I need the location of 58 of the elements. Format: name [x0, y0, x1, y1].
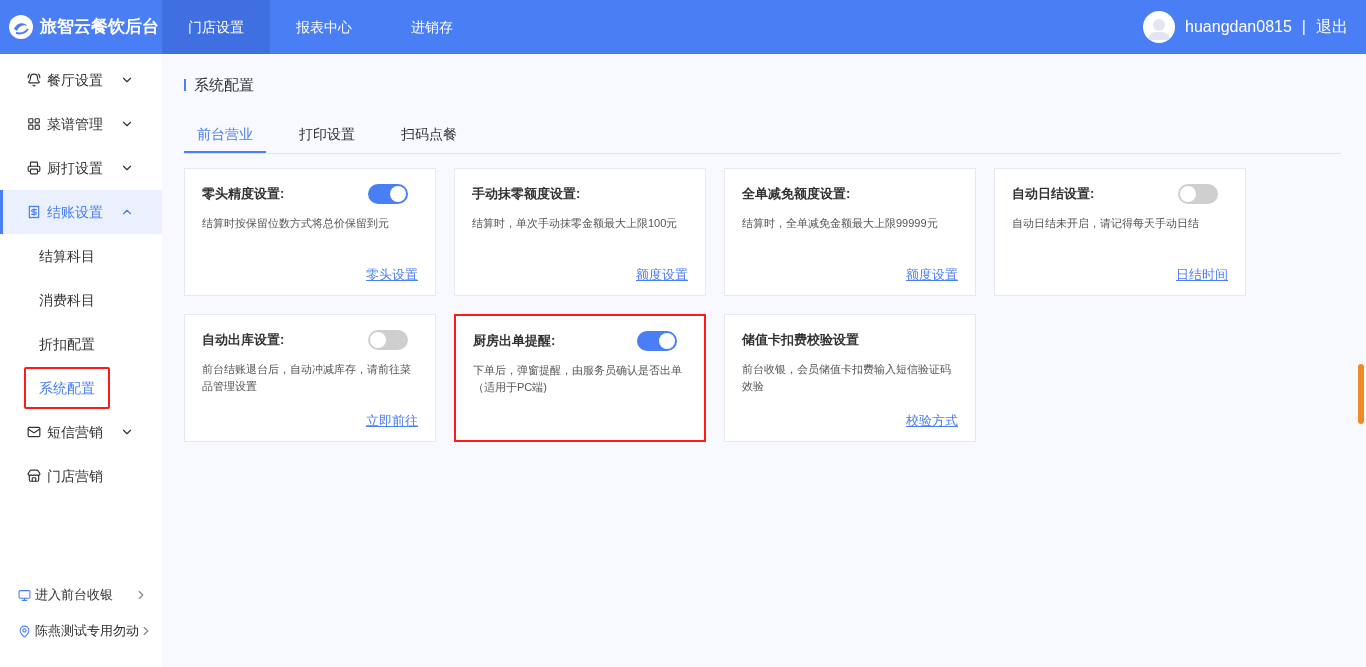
toggle-switch[interactable]: [637, 330, 677, 351]
card-description: 结算时，全单减免金额最大上限99999元: [742, 215, 939, 231]
mail-icon: [27, 425, 41, 439]
card-title: 手动抹零额度设置:: [472, 184, 581, 203]
sidebar-subitem[interactable]: 结算科目: [24, 235, 110, 277]
card-description: 结算时，单次手动抹零金额最大上限100元: [472, 215, 679, 231]
logo-icon: [8, 14, 34, 40]
card-link[interactable]: 额度设置: [906, 265, 958, 285]
sidebar-subitem[interactable]: 折扣配置: [24, 323, 110, 365]
card-title: 厨房出单提醒:: [473, 331, 556, 350]
nav-tab[interactable]: 报表中心: [270, 0, 378, 54]
card-description: 结算时按保留位数方式将总价保留到元: [202, 215, 390, 231]
sidebar-link[interactable]: 陈燕测试专用勿动: [0, 619, 162, 643]
card-description: 下单后，弹窗提醒，由服务员确认是否出单（适用于PC端): [473, 362, 683, 395]
sidebar-item[interactable]: 短信营销: [0, 410, 162, 454]
bell-icon: [27, 73, 41, 87]
toggle-switch[interactable]: [368, 329, 408, 350]
sidebar-subitem[interactable]: 系统配置: [24, 367, 110, 409]
store-icon: [27, 469, 41, 483]
toggle-switch[interactable]: [1178, 183, 1218, 204]
separator: |: [1301, 17, 1306, 37]
nav-tab[interactable]: 进销存: [378, 0, 486, 54]
sidebar-item[interactable]: 厨打设置: [0, 146, 162, 190]
card-title: 零头精度设置:: [202, 184, 285, 203]
sidebar-item[interactable]: 餐厅设置: [0, 58, 162, 102]
map-pin-icon: [18, 624, 31, 638]
card-title: 自动日结设置:: [1012, 184, 1095, 203]
sidebar-subitem[interactable]: 消费科目: [24, 279, 110, 321]
card-link[interactable]: 日结时间: [1176, 265, 1228, 285]
card-description: 自动日结未开启，请记得每天手动日结: [1012, 215, 1200, 231]
sidebar-link[interactable]: 进入前台收银: [0, 583, 162, 607]
sidebar-item[interactable]: 门店营销: [0, 454, 162, 498]
page-title: 系统配置: [194, 75, 254, 95]
sidebar-item[interactable]: 结账设置: [0, 190, 162, 234]
card-description: 前台结账退台后，自动冲减库存，请前往菜品管理设置: [202, 361, 412, 394]
avatar: [1143, 11, 1176, 43]
card-description: 前台收银，会员储值卡扣费输入短信验证码效验: [742, 361, 952, 394]
toggle-switch[interactable]: [368, 183, 408, 204]
grid-icon: [27, 117, 41, 131]
tab[interactable]: 扫码点餐: [388, 118, 470, 153]
card-link[interactable]: 零头设置: [366, 265, 418, 285]
scrollbar[interactable]: [1358, 364, 1364, 424]
app-title: 旅智云餐饮后台: [40, 16, 159, 39]
logout-link[interactable]: 退出: [1316, 15, 1348, 39]
card-link[interactable]: 校验方式: [906, 411, 958, 431]
card-title: 自动出库设置:: [202, 330, 285, 349]
card-link[interactable]: 额度设置: [636, 265, 688, 285]
nav-tab[interactable]: 门店设置: [162, 0, 270, 54]
card-link[interactable]: 立即前往: [366, 411, 418, 431]
tab[interactable]: 前台营业: [184, 118, 266, 153]
printer-icon: [27, 161, 41, 175]
tab[interactable]: 打印设置: [286, 118, 368, 153]
card-title: 全单减免额度设置:: [742, 184, 851, 203]
username: huangdan0815: [1185, 17, 1292, 37]
receipt-icon: [27, 205, 41, 219]
card-title: 储值卡扣费校验设置: [742, 330, 859, 349]
sidebar-item[interactable]: 菜谱管理: [0, 102, 162, 146]
monitor-icon: [18, 588, 31, 602]
